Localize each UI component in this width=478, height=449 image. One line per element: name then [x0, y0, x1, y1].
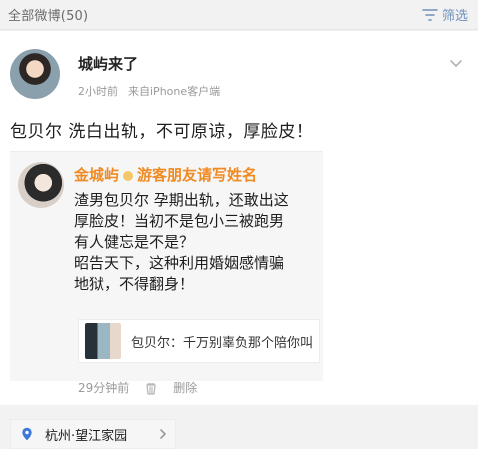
badge-icon [123, 170, 134, 181]
location-pin-icon [19, 425, 37, 443]
location-chip[interactable]: 杭州·望江家园 [10, 419, 176, 449]
filter-button[interactable]: 筛选 [422, 5, 468, 24]
post-card: 城屿来了 2小时前 来自iPhone客户端 包贝尔 洗白出轨，不可原谅，厚脸皮！… [0, 31, 478, 449]
repost-author-suffix: 游客朋友请写姓名 [137, 166, 258, 184]
filter-label: 筛选 [441, 9, 468, 24]
repost-body: 渣男包贝尔 孕期出轨，还敢出这 厚脸皮！当初不是包小三被跑男 有人健忘是不是？ … [74, 190, 322, 295]
filter-icon [422, 8, 438, 22]
repost-author-line[interactable]: 金城屿 游客朋友请写姓名 [74, 164, 257, 185]
avatar[interactable] [10, 49, 60, 99]
repost-footer: 29分钟前 删除 [78, 379, 197, 396]
chevron-right-icon [159, 429, 167, 439]
repost-time: 29分钟前 [78, 381, 130, 395]
repost-line: 渣男包贝尔 孕期出轨，还敢出这 [74, 191, 289, 209]
repost-line: 地狱，不得翻身！ [74, 275, 195, 293]
post-author[interactable]: 城屿来了 [78, 53, 138, 74]
trash-icon[interactable] [143, 381, 159, 395]
repost-line: 有人健忘是不是？ [74, 233, 195, 251]
repost-line: 厚脸皮！当初不是包小三被跑男 [74, 212, 285, 230]
link-title: 包贝尔：千万别辜负那个陪你叫 [131, 335, 314, 351]
location-text: 杭州·望江家园 [45, 428, 128, 444]
post-meta: 2小时前 来自iPhone客户端 [78, 83, 220, 99]
chevron-down-icon[interactable] [448, 55, 464, 71]
link-thumbnail [85, 323, 121, 359]
top-bar: 全部微博(50) 筛选 [0, 0, 478, 30]
post-text: 包贝尔 洗白出轨，不可原谅，厚脸皮！ [10, 122, 314, 142]
repost-avatar[interactable] [18, 162, 64, 208]
post-time: 2小时前 [78, 85, 118, 98]
delete-button[interactable]: 删除 [173, 379, 197, 396]
repost-line: 昭告天下，这种利用婚姻感情骗 [74, 254, 285, 272]
repost-author: 金城屿 [74, 166, 120, 184]
feed-title: 全部微博(50) [8, 9, 89, 24]
post-source: 来自iPhone客户端 [128, 85, 221, 98]
link-card[interactable]: 包贝尔：千万别辜负那个陪你叫 [78, 319, 320, 363]
